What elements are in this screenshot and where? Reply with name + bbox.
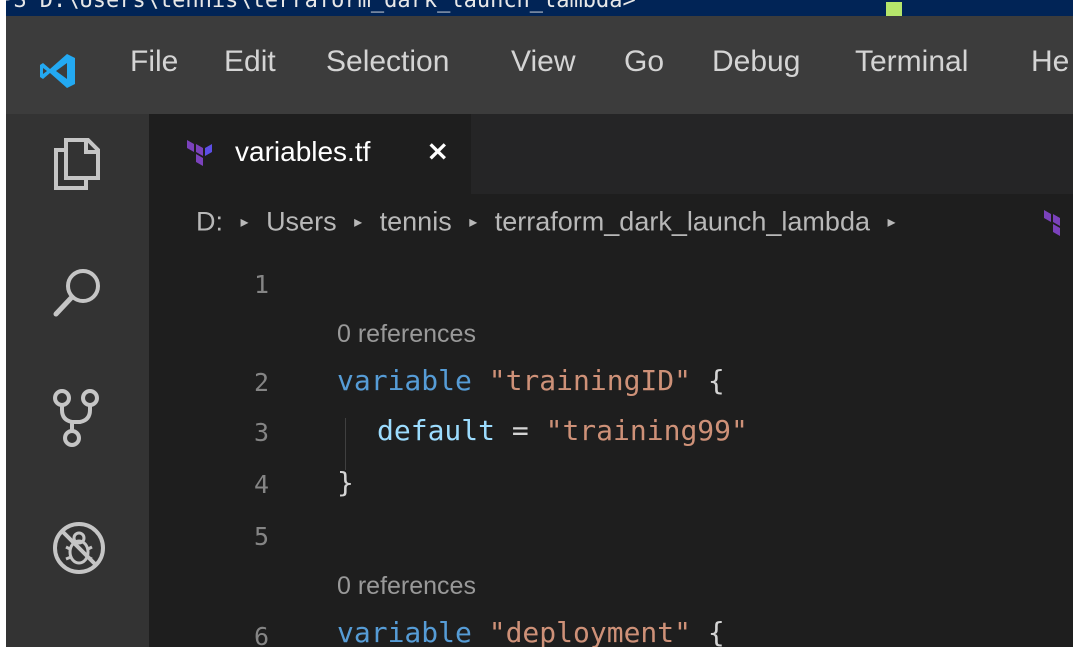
breadcrumb-users[interactable]: Users [266, 206, 337, 236]
source-control-icon[interactable] [50, 386, 106, 450]
chevron-right-icon: ▸ [887, 213, 896, 231]
line-number: 2 [253, 368, 269, 397]
explorer-icon[interactable] [50, 134, 106, 194]
line-number: 6 [253, 622, 269, 647]
keyword-variable: variable [337, 364, 472, 397]
code-line-3: default = "training99" [377, 414, 748, 447]
attribute-default: default [377, 414, 496, 447]
close-brace: } [337, 466, 354, 499]
menu-file[interactable]: File [130, 45, 178, 79]
code-editor[interactable]: 1 0 references 2 variable "trainingID" {… [149, 250, 1073, 647]
breadcrumb: D: ▸ Users ▸ tennis ▸ terraform_dark_lau… [196, 205, 906, 245]
string-training99: "training99" [545, 414, 748, 447]
line-number: 4 [253, 470, 269, 499]
menu-terminal[interactable]: Terminal [855, 45, 968, 79]
open-brace: { [707, 364, 725, 397]
debug-icon[interactable] [50, 519, 108, 577]
chevron-right-icon: ▸ [469, 213, 478, 231]
breadcrumb-tennis[interactable]: tennis [380, 206, 452, 236]
menu-go[interactable]: Go [624, 45, 664, 79]
menu-edit[interactable]: Edit [224, 45, 276, 79]
breadcrumb-terraform-icon[interactable] [1042, 210, 1072, 240]
menu-bar: File Edit Selection View Go Debug Termin… [6, 16, 1073, 114]
indent-guide [345, 418, 346, 470]
open-brace: { [707, 616, 725, 647]
string-deployment: "deployment" [488, 616, 692, 647]
terminal-cursor [886, 2, 902, 16]
code-line-2: variable "trainingID" { [337, 364, 725, 397]
activity-bar [6, 114, 149, 647]
equals-sign: = [511, 414, 529, 447]
terraform-icon [187, 140, 212, 166]
chevron-right-icon: ▸ [240, 213, 249, 231]
terminal-prompt: PS D:\Users\tennis\terraform_dark_launch… [6, 0, 650, 13]
string-trainingid: "trainingID" [488, 364, 692, 397]
close-icon[interactable]: × [426, 134, 449, 167]
keyword-variable: variable [337, 616, 472, 647]
chevron-right-icon: ▸ [354, 213, 363, 231]
breadcrumb-project-folder[interactable]: terraform_dark_launch_lambda [495, 206, 870, 236]
line-number: 5 [253, 522, 269, 551]
menu-view[interactable]: View [511, 45, 575, 79]
breadcrumb-drive[interactable]: D: [196, 206, 223, 236]
search-icon[interactable] [50, 264, 106, 324]
menu-help[interactable]: He [1031, 45, 1069, 79]
vscode-window: PS D:\Users\tennis\terraform_dark_launch… [6, 0, 1073, 647]
code-line-4: } [337, 466, 354, 499]
tab-label: variables.tf [235, 136, 371, 167]
menu-selection[interactable]: Selection [326, 45, 449, 79]
codelens-references[interactable]: 0 references [337, 572, 476, 601]
code-line-6: variable "deployment" { [337, 616, 725, 647]
background-terminal: PS D:\Users\tennis\terraform_dark_launch… [6, 0, 1073, 16]
codelens-references[interactable]: 0 references [337, 320, 476, 349]
editor-tabs: variables.tf × [149, 114, 1073, 194]
menu-debug[interactable]: Debug [712, 45, 800, 79]
line-number: 1 [253, 270, 269, 299]
line-number: 3 [253, 418, 269, 447]
vscode-logo-icon [40, 54, 75, 88]
tab-variables-tf[interactable]: variables.tf × [149, 114, 472, 194]
